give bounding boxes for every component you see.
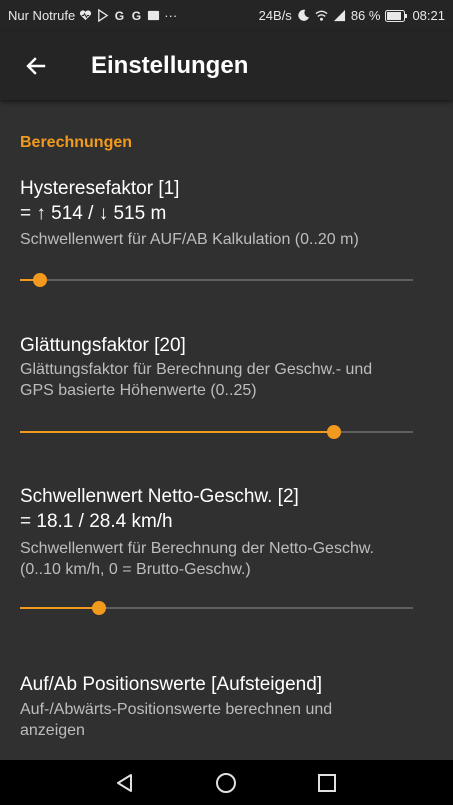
slider-thumb[interactable] <box>91 601 106 615</box>
setting-title: Schwellenwert Netto-Geschw. [2] <box>20 486 299 507</box>
slider-hysteresefaktor[interactable] <box>20 270 413 290</box>
health-heart-icon <box>80 10 92 21</box>
play-store-icon <box>98 9 109 22</box>
setting-title: Glättungsfaktor [20] <box>20 335 186 356</box>
setting-title: Auf/Ab Positionswerte [Aufsteigend] <box>20 674 323 695</box>
arrow-back-icon <box>26 57 46 75</box>
nav-recents-button[interactable] <box>313 769 341 797</box>
battery-percent: 86 % <box>350 8 381 23</box>
svg-text:G: G <box>132 9 141 22</box>
slider-glaettungsfaktor[interactable] <box>20 422 413 442</box>
slider-thumb[interactable] <box>327 425 342 439</box>
slider-fill <box>20 607 99 609</box>
message-icon <box>148 10 160 21</box>
setting-title: Hysteresefaktor [1] <box>20 178 180 199</box>
page-title: Einstellungen <box>91 52 249 79</box>
setting-glaettungsfaktor[interactable]: Glättungsfaktor [20] Glättungsfaktor für… <box>20 333 433 401</box>
setting-value: = 18.1 / 28.4 km/h <box>20 511 173 532</box>
setting-description-line1: Auf-/Abwärts-Positionswerte berechnen un… <box>20 701 333 718</box>
setting-schwellenwert-netto[interactable]: Schwellenwert Netto-Geschw. [2] = 18.1 /… <box>20 484 433 580</box>
slider-track <box>20 279 413 281</box>
google-icon-2: G <box>132 9 141 22</box>
setting-description-line1: Glättungsfaktor für Berechnung der Gesch… <box>20 361 373 378</box>
setting-description: Schwellenwert für AUF/AB Kalkulation (0.… <box>20 231 359 248</box>
setting-auf-ab-positionswerte[interactable]: Auf/Ab Positionswerte [Aufsteigend] Auf-… <box>20 672 433 741</box>
status-bar: Nur Notrufe G G ··· 24B/s 86 % 08:21 <box>0 0 453 32</box>
slider-fill <box>20 431 335 433</box>
setting-description-line1: Schwellenwert für Berechnung der Netto-G… <box>20 540 374 557</box>
navigation-bar <box>0 760 453 805</box>
app-bar: Einstellungen <box>0 32 453 100</box>
circle-home-icon <box>216 773 236 793</box>
slider-thumb[interactable] <box>32 273 47 287</box>
battery-icon <box>385 9 408 22</box>
setting-value: = ↑ 514 / ↓ 515 m <box>20 203 167 224</box>
nav-back-button[interactable] <box>111 769 139 797</box>
moon-icon <box>298 9 309 21</box>
back-button[interactable] <box>18 48 54 84</box>
clock: 08:21 <box>412 8 445 23</box>
svg-text:G: G <box>115 9 124 22</box>
google-icon: G <box>115 9 124 22</box>
nav-home-button[interactable] <box>212 769 240 797</box>
slider-schwellenwert-netto[interactable] <box>20 598 413 618</box>
more-notifications-icon: ··· <box>164 8 178 23</box>
setting-description-line2: anzeigen <box>20 722 85 739</box>
network-speed: 24B/s <box>258 8 292 23</box>
square-recents-icon <box>318 774 336 792</box>
signal-icon <box>333 9 345 22</box>
setting-description-line2: GPS basierte Höhenwerte (0..25) <box>20 382 257 399</box>
triangle-back-icon <box>117 774 132 792</box>
section-header-berechnungen: Berechnungen <box>20 134 133 151</box>
carrier-text: Nur Notrufe <box>8 8 76 23</box>
setting-hysteresefaktor[interactable]: Hysteresefaktor [1] = ↑ 514 / ↓ 515 m Sc… <box>20 176 433 250</box>
wifi-icon <box>315 10 328 21</box>
setting-description-line2: (0..10 km/h, 0 = Brutto-Geschw.) <box>20 561 251 578</box>
